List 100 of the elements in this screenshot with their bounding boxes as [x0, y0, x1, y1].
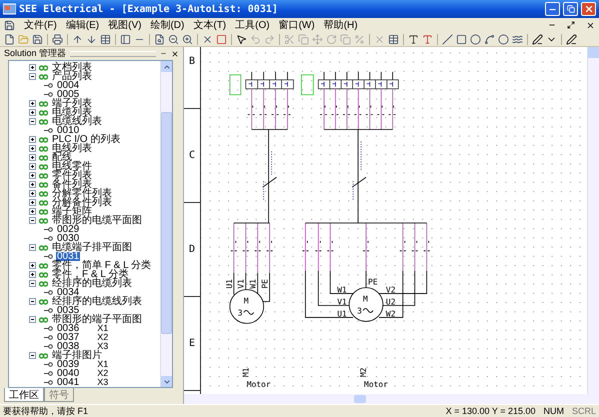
- rectangle-icon[interactable]: [216, 34, 227, 44]
- collapse-icon[interactable]: [29, 244, 36, 251]
- rectangle-icon[interactable]: [456, 34, 467, 44]
- scrollbar[interactable]: [587, 47, 599, 394]
- menu-item[interactable]: 文本(T): [193, 18, 226, 32]
- tree-item[interactable]: 0010: [56, 126, 80, 135]
- close-button[interactable]: [585, 20, 595, 30]
- tree-item[interactable]: 0034: [56, 288, 80, 297]
- arrow-up-icon[interactable]: [72, 34, 83, 44]
- tree-item[interactable]: 端子列表: [51, 99, 93, 108]
- close-icon[interactable]: [171, 50, 179, 58]
- tree-item[interactable]: 经排序的电缆线列表: [51, 297, 143, 306]
- tree-item[interactable]: 0031: [56, 252, 80, 261]
- tree-item[interactable]: PLC I/O 的列表: [51, 135, 122, 144]
- cross-icon[interactable]: [202, 34, 213, 44]
- expand-icon[interactable]: [29, 145, 36, 152]
- menu-item[interactable]: 视图(V): [108, 18, 142, 32]
- minimize-button[interactable]: [545, 2, 560, 16]
- zoom-in-icon[interactable]: [182, 34, 193, 44]
- pen-icon[interactable]: [532, 34, 543, 44]
- tree-item[interactable]: 0035: [56, 306, 80, 315]
- expand-icon[interactable]: [29, 262, 36, 269]
- table-icon[interactable]: [100, 34, 111, 44]
- new-file-icon[interactable]: [4, 34, 15, 44]
- collapse-icon[interactable]: [29, 352, 36, 359]
- curve-icon[interactable]: [484, 34, 495, 44]
- menu-item[interactable]: 工具(O): [235, 18, 270, 32]
- line-icon[interactable]: [442, 34, 453, 44]
- tree-item[interactable]: 0038: [56, 342, 80, 351]
- collapse-icon[interactable]: [29, 316, 36, 323]
- wave-icon[interactable]: [512, 34, 523, 44]
- tree-item[interactable]: 0036: [56, 324, 80, 333]
- menu-item[interactable]: 窗口(W): [278, 18, 315, 32]
- scrollbar[interactable]: [184, 394, 599, 404]
- expand-icon[interactable]: [29, 181, 36, 188]
- tree-item[interactable]: 零件，简单 F & L 分类: [51, 261, 152, 270]
- tree-item[interactable]: 零件列表: [51, 171, 93, 180]
- tree-item[interactable]: 0041: [56, 378, 80, 387]
- collapse-icon[interactable]: [29, 298, 36, 305]
- pen-icon[interactable]: [566, 34, 577, 44]
- panel-tab[interactable]: 符号: [44, 388, 74, 402]
- expand-icon[interactable]: [29, 154, 36, 161]
- collapse-icon[interactable]: [29, 217, 36, 224]
- menu-item[interactable]: 文件(F): [24, 18, 57, 32]
- tree-item[interactable]: 端子排图片: [51, 351, 103, 360]
- tree-item[interactable]: 0005: [56, 90, 80, 99]
- scroll-down-icon[interactable]: [162, 378, 170, 386]
- tree-item[interactable]: 产品列表: [51, 72, 93, 81]
- expand-icon[interactable]: [29, 199, 36, 206]
- tree-item[interactable]: 电缆端子排平面图: [51, 243, 133, 252]
- tree-item[interactable]: 零件，F & L 分类: [51, 270, 130, 279]
- minimize-icon[interactable]: [160, 50, 167, 57]
- tree-item[interactable]: 分解零件列表: [51, 189, 113, 198]
- panel-icon[interactable]: [120, 34, 131, 44]
- tree-item[interactable]: 备件列表: [51, 180, 93, 189]
- menu-item[interactable]: 编辑(E): [66, 18, 100, 32]
- expand-icon[interactable]: [29, 64, 36, 71]
- panel-tab[interactable]: 工作区: [4, 388, 44, 402]
- zoom-out-icon[interactable]: [168, 34, 179, 44]
- tree-item[interactable]: 0004: [56, 81, 80, 90]
- save-icon[interactable]: [32, 34, 43, 44]
- tree-item[interactable]: 电缆列表: [51, 108, 93, 117]
- expand-icon[interactable]: [29, 163, 36, 170]
- expand-icon[interactable]: [29, 100, 36, 107]
- scrollbar[interactable]: [160, 61, 172, 387]
- expand-icon[interactable]: [29, 271, 36, 278]
- tree-item[interactable]: 配线: [51, 153, 73, 162]
- expand-icon[interactable]: [29, 136, 36, 143]
- arrow-down-icon[interactable]: [86, 34, 97, 44]
- scroll-up-icon[interactable]: [162, 62, 170, 70]
- pointer-icon[interactable]: [236, 34, 247, 44]
- collapse-icon[interactable]: [29, 280, 36, 287]
- tree-item[interactable]: 0029: [56, 225, 80, 234]
- collapse-icon[interactable]: [29, 118, 36, 125]
- tree-item[interactable]: 0037: [56, 333, 80, 342]
- tree-item[interactable]: 0039: [56, 360, 80, 369]
- tree-item[interactable]: 带图形的端子平面图: [51, 315, 143, 324]
- tree-item[interactable]: 端子矩阵: [51, 207, 93, 216]
- expand-icon[interactable]: [29, 172, 36, 179]
- tree-item[interactable]: 电缆线列表: [51, 117, 103, 126]
- tree-item[interactable]: 0040: [56, 369, 80, 378]
- save-icon[interactable]: [4, 20, 15, 30]
- table-icon[interactable]: [388, 34, 399, 44]
- expand-icon[interactable]: [29, 190, 36, 197]
- circle-icon[interactable]: [498, 34, 509, 44]
- restore-button[interactable]: [566, 20, 576, 30]
- type-icon[interactable]: [408, 34, 419, 44]
- tree-item[interactable]: 电线零件: [51, 162, 93, 171]
- tree-item[interactable]: 文档列表: [51, 63, 93, 72]
- printer-icon[interactable]: [52, 34, 63, 44]
- tree-item[interactable]: 0030: [56, 234, 80, 243]
- menu-item[interactable]: 绘制(D): [150, 18, 184, 32]
- menu-item[interactable]: 帮助(H): [324, 18, 358, 32]
- tree-item[interactable]: 分解备件列表: [51, 198, 113, 207]
- tree-item[interactable]: 经排序的电缆列表: [51, 279, 133, 288]
- tree-item[interactable]: 电线列表: [51, 144, 93, 153]
- expand-icon[interactable]: [29, 208, 36, 215]
- collapse-icon[interactable]: [29, 73, 36, 80]
- tree-item[interactable]: 带图形的电缆平面图: [51, 216, 143, 225]
- expand-icon[interactable]: [29, 109, 36, 116]
